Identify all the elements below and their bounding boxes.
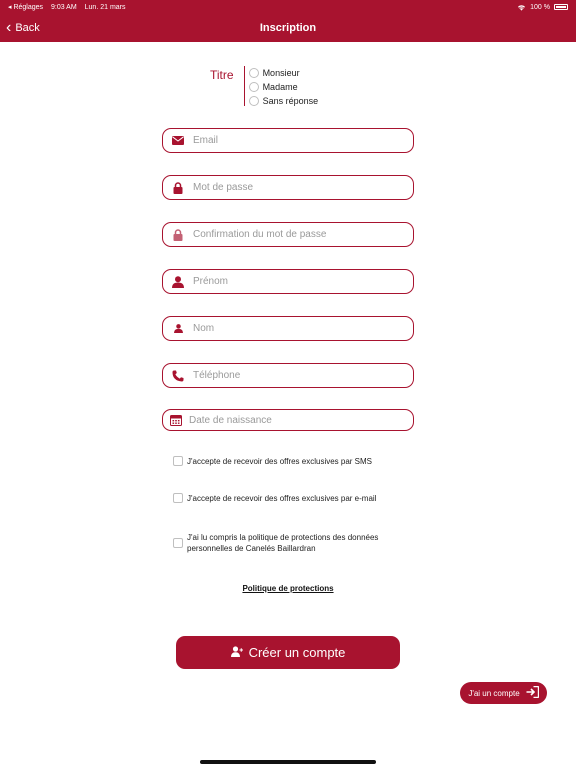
status-right: 100 % [517,4,568,11]
email-consent-checkbox[interactable] [173,493,183,503]
privacy-line-2: personnelles de Canelés Baillardran [187,544,316,553]
phone-icon [171,369,185,383]
privacy-consent-label: J'ai lu compris la politique de protecti… [187,532,378,554]
envelope-icon [171,134,185,148]
have-account-label: J'ai un compte [468,688,520,698]
user-icon [171,322,185,336]
lock-icon [171,228,185,242]
sign-in-icon [526,685,539,700]
battery-percent: 100 % [530,3,550,11]
radio-label: Monsieur [262,67,300,78]
nav-bar: ‹ Back Inscription [0,14,576,42]
phone-field-container[interactable] [162,363,414,388]
email-consent-label: J'accepte de recevoir des offres exclusi… [187,494,377,503]
calendar-icon [169,413,183,427]
lastname-field-container[interactable] [162,316,414,341]
radio-monsieur[interactable]: Monsieur [248,66,319,79]
password-confirm-field-container[interactable] [162,222,414,247]
phone-input[interactable] [193,370,403,381]
email-consent-row[interactable]: J'accepte de recevoir des offres exclusi… [173,493,376,504]
page-title: Inscription [259,22,317,34]
chevron-left-icon: ‹ [6,19,12,36]
titre-group: Titre Monsieur Madame Sans réponse [210,66,318,107]
sms-consent-row[interactable]: J'accepte de recevoir des offres exclusi… [173,456,372,467]
wifi-icon [518,4,526,11]
titre-options: Monsieur Madame Sans réponse [248,66,319,107]
radio-label: Madame [262,81,298,92]
create-account-label: Créer un compte [248,645,346,660]
firstname-field-container[interactable] [162,269,414,294]
email-input[interactable] [193,135,403,146]
back-button[interactable]: ‹ Back [6,14,40,42]
email-field-container[interactable] [162,128,414,153]
radio-madame[interactable]: Madame [248,80,319,93]
privacy-line-1: J'ai lu compris la politique de protecti… [187,533,379,542]
sms-consent-checkbox[interactable] [173,456,183,466]
status-bar: ◂ Réglages 9:03 AM Lun. 21 mars 100 % [0,0,576,14]
radio-circle[interactable] [248,81,259,92]
back-label: Back [15,22,40,34]
password-confirm-input[interactable] [193,229,403,240]
titre-label: Titre [210,68,234,82]
status-carrier[interactable]: ◂ Réglages [8,4,43,11]
have-account-button[interactable]: J'ai un compte [460,682,547,704]
add-user-icon [230,645,243,660]
create-account-button[interactable]: Créer un compte [176,636,400,669]
sms-consent-label: J'accepte de recevoir des offres exclusi… [187,457,373,466]
radio-circle[interactable] [248,95,259,106]
lock-icon [171,181,185,195]
privacy-consent-row[interactable]: J'ai lu compris la politique de protecti… [173,532,378,554]
titre-divider [243,66,245,106]
radio-sans-reponse[interactable]: Sans réponse [248,94,319,107]
birthdate-field-container[interactable] [162,409,414,431]
password-field-container[interactable] [162,175,414,200]
password-input[interactable] [193,182,403,193]
status-left: ◂ Réglages 9:03 AM Lun. 21 mars [8,3,132,11]
birthdate-input[interactable] [189,414,399,426]
battery-icon [554,4,568,10]
lastname-input[interactable] [193,323,403,334]
home-indicator [200,760,376,764]
status-time: 9:03 AM [51,4,77,11]
policy-link[interactable]: Politique de protections [0,584,576,593]
privacy-consent-checkbox[interactable] [173,538,183,548]
radio-circle[interactable] [248,67,259,78]
firstname-input[interactable] [193,276,403,287]
radio-label: Sans réponse [262,95,319,106]
user-icon [171,275,185,289]
status-date: Lun. 21 mars [84,4,126,11]
